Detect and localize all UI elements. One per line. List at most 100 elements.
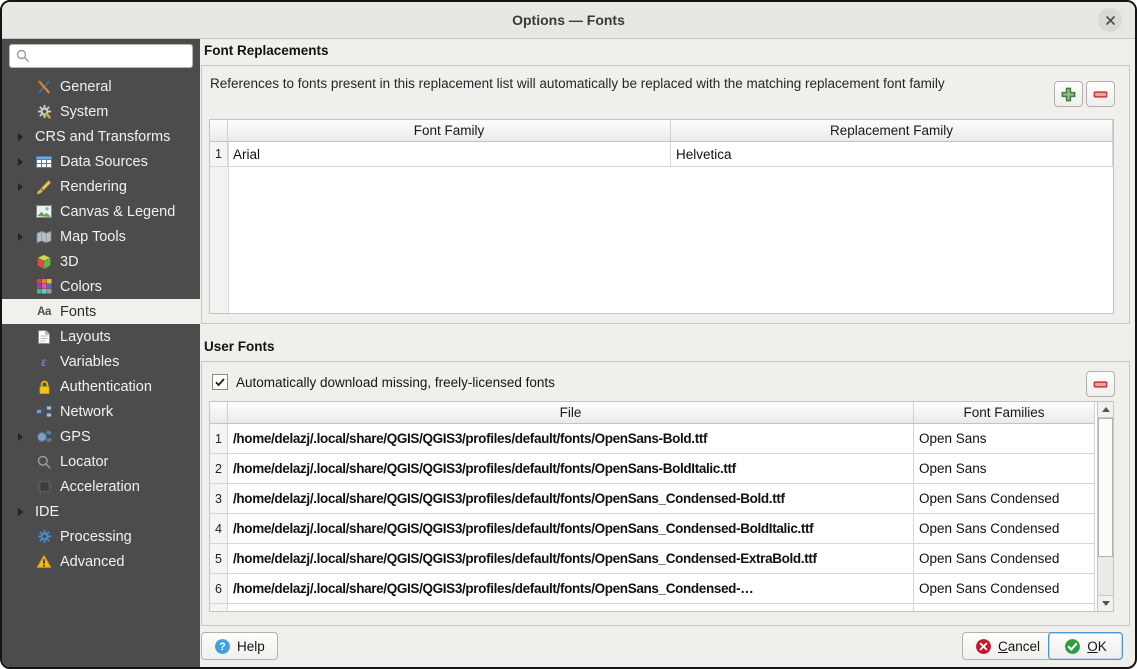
- sidebar-item-gps[interactable]: GPS: [2, 424, 200, 449]
- expand-arrow-icon[interactable]: [15, 233, 26, 241]
- auto-download-checkbox[interactable]: Automatically download missing, freely-l…: [212, 374, 555, 390]
- remove-icon: [1091, 375, 1110, 394]
- font-families-cell[interactable]: Open Sans Condensed: [914, 574, 1095, 604]
- scrollbar-handle[interactable]: [1098, 418, 1113, 557]
- column-header-file[interactable]: File: [228, 402, 914, 424]
- sidebar-item-advanced[interactable]: Advanced: [2, 549, 200, 574]
- locator-icon: [35, 453, 53, 470]
- row-number-cell[interactable]: 5: [210, 544, 228, 574]
- rendering-icon: [35, 178, 53, 195]
- expand-arrow-icon[interactable]: [15, 133, 26, 141]
- sidebar-item-label: Rendering: [60, 179, 127, 195]
- sidebar-item-layouts[interactable]: Layouts: [2, 324, 200, 349]
- font-replacements-table: Font Family Replacement Family 1ArialHel…: [209, 119, 1114, 314]
- column-header-replacement-family[interactable]: Replacement Family: [671, 120, 1113, 142]
- font-file-cell[interactable]: [228, 604, 914, 612]
- sidebar-item-label: Processing: [60, 529, 132, 545]
- column-header-font-families[interactable]: Font Families: [914, 402, 1095, 424]
- font-file-cell[interactable]: /home/delazj/.local/share/QGIS/QGIS3/pro…: [228, 544, 914, 574]
- sidebar-item-map-tools[interactable]: Map Tools: [2, 224, 200, 249]
- sidebar-item-ide[interactable]: IDE: [2, 499, 200, 524]
- row-number-gutter: [210, 142, 229, 313]
- sidebar-item-label: Locator: [60, 454, 108, 470]
- sidebar-item-locator[interactable]: Locator: [2, 449, 200, 474]
- ok-button[interactable]: OK: [1048, 632, 1123, 660]
- data-sources-icon: [35, 153, 53, 170]
- sidebar-item-data-sources[interactable]: Data Sources: [2, 149, 200, 174]
- expand-arrow-icon[interactable]: [15, 508, 26, 516]
- close-icon: [1104, 14, 1117, 27]
- font-family-cell[interactable]: Arial: [228, 142, 671, 167]
- sidebar-item-processing[interactable]: Processing: [2, 524, 200, 549]
- table-row: 1/home/delazj/.local/share/QGIS/QGIS3/pr…: [210, 424, 1095, 454]
- help-icon: ?: [214, 638, 231, 655]
- row-number-cell[interactable]: 6: [210, 574, 228, 604]
- font-families-cell[interactable]: Open Sans: [914, 454, 1095, 484]
- remove-icon: [1091, 85, 1110, 104]
- sidebar-item-3d[interactable]: 3D: [2, 249, 200, 274]
- sidebar-item-label: Fonts: [60, 304, 96, 320]
- font-file-cell[interactable]: /home/delazj/.local/share/QGIS/QGIS3/pro…: [228, 574, 914, 604]
- sidebar-item-system[interactable]: System: [2, 99, 200, 124]
- scroll-down-button[interactable]: [1098, 595, 1113, 611]
- font-families-cell[interactable]: Open Sans: [914, 424, 1095, 454]
- expand-arrow-icon[interactable]: [15, 158, 26, 166]
- font-families-cell[interactable]: [914, 604, 1095, 612]
- font-file-cell[interactable]: /home/delazj/.local/share/QGIS/QGIS3/pro…: [228, 514, 914, 544]
- sidebar-item-crs-and-transforms[interactable]: CRS and Transforms: [2, 124, 200, 149]
- font-families-cell[interactable]: Open Sans Condensed: [914, 484, 1095, 514]
- sidebar-item-colors[interactable]: Colors: [2, 274, 200, 299]
- row-number-cell[interactable]: 2: [210, 454, 228, 484]
- sidebar-item-label: Canvas & Legend: [60, 204, 175, 220]
- colors-icon: [35, 278, 53, 295]
- remove-replacement-button[interactable]: [1086, 81, 1115, 107]
- font-families-cell[interactable]: Open Sans Condensed: [914, 544, 1095, 574]
- column-header-font-family[interactable]: Font Family: [228, 120, 671, 142]
- cancel-button-label: Cancel: [998, 639, 1040, 654]
- sidebar-item-label: Advanced: [60, 554, 125, 570]
- table-row: 6/home/delazj/.local/share/QGIS/QGIS3/pr…: [210, 574, 1095, 604]
- gps-icon: [35, 428, 53, 445]
- expand-arrow-icon[interactable]: [15, 433, 26, 441]
- replacement-family-cell[interactable]: Helvetica: [671, 142, 1113, 167]
- sidebar-item-acceleration[interactable]: Acceleration: [2, 474, 200, 499]
- add-replacement-button[interactable]: [1054, 81, 1083, 107]
- row-number-cell[interactable]: 4: [210, 514, 228, 544]
- help-button[interactable]: ? Help: [201, 632, 278, 660]
- row-number-cell[interactable]: 1: [210, 142, 228, 167]
- close-button[interactable]: [1098, 8, 1122, 32]
- sidebar-item-authentication[interactable]: Authentication: [2, 374, 200, 399]
- sidebar-item-canvas-legend[interactable]: Canvas & Legend: [2, 199, 200, 224]
- settings-search-input[interactable]: [9, 44, 193, 68]
- sidebar-item-rendering[interactable]: Rendering: [2, 174, 200, 199]
- row-number-cell[interactable]: [210, 604, 228, 612]
- remove-user-font-button[interactable]: [1086, 371, 1115, 397]
- font-families-cell[interactable]: Open Sans Condensed: [914, 514, 1095, 544]
- sidebar-item-network[interactable]: Network: [2, 399, 200, 424]
- sidebar-item-label: General: [60, 79, 112, 95]
- system-icon: [35, 103, 53, 120]
- table-row: 4/home/delazj/.local/share/QGIS/QGIS3/pr…: [210, 514, 1095, 544]
- sidebar-item-fonts[interactable]: AaFonts: [2, 299, 200, 324]
- acceleration-icon: [35, 478, 53, 495]
- font-replacements-description: References to fonts present in this repl…: [210, 74, 1000, 93]
- font-file-cell[interactable]: /home/delazj/.local/share/QGIS/QGIS3/pro…: [228, 454, 914, 484]
- titlebar[interactable]: Options — Fonts: [2, 2, 1135, 39]
- ok-icon: [1064, 638, 1081, 655]
- scroll-up-button[interactable]: [1098, 402, 1113, 418]
- advanced-icon: [35, 553, 53, 570]
- vertical-scrollbar[interactable]: [1097, 402, 1113, 611]
- table-row: 1ArialHelvetica: [210, 142, 1113, 167]
- sidebar-item-general[interactable]: General: [2, 74, 200, 99]
- font-replacements-title: Font Replacements: [204, 43, 329, 58]
- font-file-cell[interactable]: /home/delazj/.local/share/QGIS/QGIS3/pro…: [228, 484, 914, 514]
- sidebar-item-variables[interactable]: εVariables: [2, 349, 200, 374]
- sidebar-item-label: Acceleration: [60, 479, 140, 495]
- row-number-cell[interactable]: 1: [210, 424, 228, 454]
- expand-arrow-icon[interactable]: [15, 183, 26, 191]
- cancel-button[interactable]: Cancel: [962, 632, 1053, 660]
- arrow-down-icon: [1102, 601, 1110, 606]
- threed-icon: [35, 253, 53, 270]
- row-number-cell[interactable]: 3: [210, 484, 228, 514]
- font-file-cell[interactable]: /home/delazj/.local/share/QGIS/QGIS3/pro…: [228, 424, 914, 454]
